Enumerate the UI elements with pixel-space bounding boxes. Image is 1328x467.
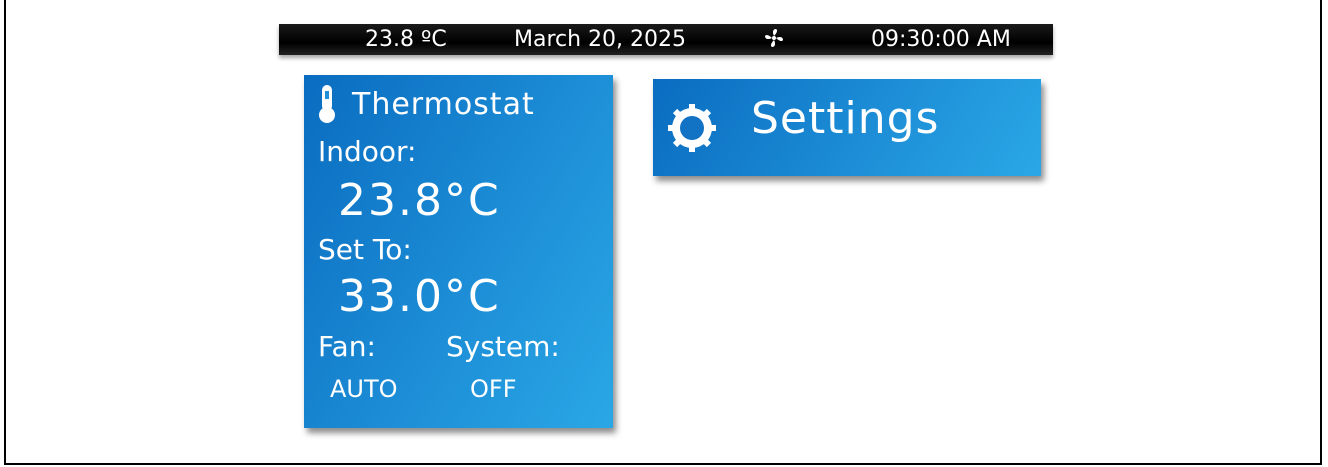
status-temperature: 23.8 ºC [365,27,447,52]
gear-icon [667,103,717,153]
fan-mode-value: AUTO [330,375,398,403]
indoor-label: Indoor: [318,135,417,168]
screen-frame [4,0,1322,465]
status-time: 09:30:00 AM [871,27,1011,52]
thermostat-title: Thermostat [352,86,535,122]
setto-label: Set To: [318,233,412,266]
status-bar: 23.8 ºC March 20, 2025 09:30:00 AM [279,24,1053,55]
fan-label: Fan: [318,330,376,363]
fan-icon[interactable] [762,24,786,55]
thermometer-icon [316,83,338,125]
status-date: March 20, 2025 [514,27,687,52]
system-label: System: [446,330,560,363]
system-mode-value: OFF [470,375,517,403]
thermostat-tile[interactable]: Thermostat Indoor: 23.8°C Set To: 33.0°C… [304,75,613,428]
settings-label: Settings [751,93,940,144]
thermostat-header: Thermostat [316,83,535,125]
settings-button[interactable]: Settings [653,79,1041,176]
indoor-temperature: 23.8°C [338,175,501,226]
setpoint-temperature: 33.0°C [338,271,501,322]
